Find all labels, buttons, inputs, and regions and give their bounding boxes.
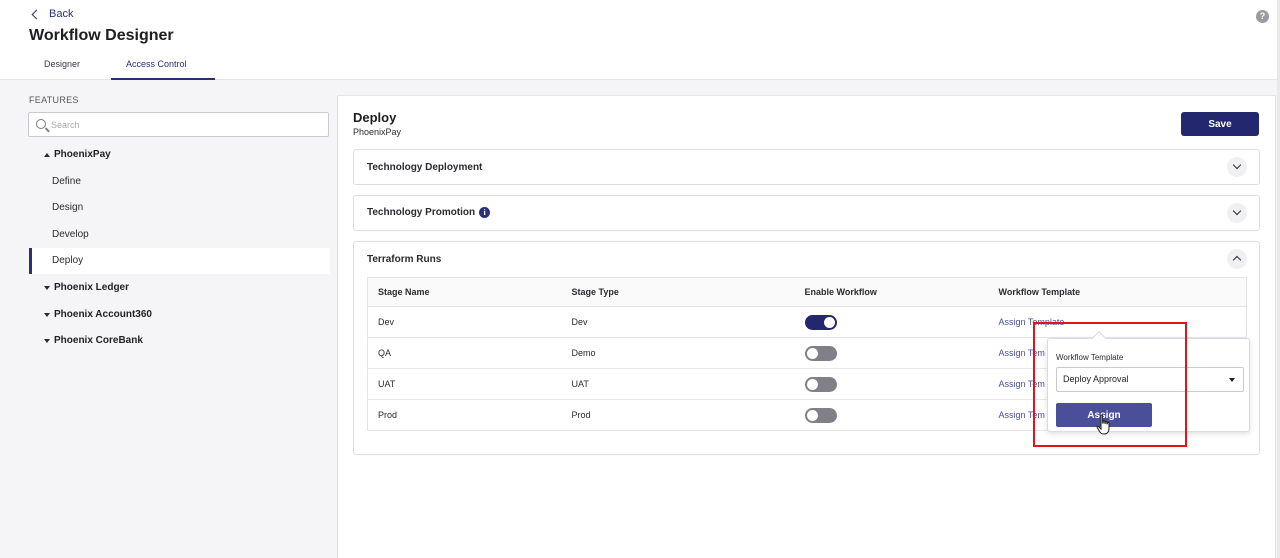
panel-title: Deploy [353,110,397,125]
hand-cursor-icon [1096,414,1110,435]
tree-group-phoenixpay[interactable]: PhoenixPay [44,149,111,160]
enable-workflow-toggle[interactable] [804,407,837,423]
table-row: Dev Dev Assign Template [367,306,1247,338]
top-bar: Back Workflow Designer ? Designer Access… [0,0,1280,80]
expand-icon [44,312,50,317]
toggle-knob [806,347,818,359]
page-title: Workflow Designer [29,27,174,44]
stage-name-cell: Prod [367,399,562,431]
enable-workflow-cell [794,306,989,338]
sidebar-item-deploy[interactable]: Deploy [29,248,330,274]
tab-access-control[interactable]: Access Control [111,50,215,80]
workflow-template-popover: Workflow Template Deploy Approval Assign [1047,330,1250,432]
features-label: FEATURES [29,95,79,105]
help-icon[interactable]: ? [1256,10,1269,23]
back-label: Back [49,8,74,20]
tree-group-phoenix-corebank[interactable]: Phoenix CoreBank [44,335,143,346]
chevron-left-icon [31,9,42,20]
enable-workflow-cell [794,368,989,400]
table-header-row: Stage Name Stage Type Enable Workflow Wo… [367,277,1247,307]
column-header: Stage Type [561,277,795,307]
sidebar-item-design[interactable]: Design [29,195,330,221]
selected-value: Deploy Approval [1063,374,1129,384]
column-header: Enable Workflow [794,277,989,307]
collapse-button[interactable] [1227,249,1247,269]
stage-type-cell: UAT [561,368,795,400]
stage-name-cell: Dev [367,306,562,338]
search-input[interactable] [51,117,321,133]
column-header: Workflow Template [988,277,1247,307]
toggle-knob [806,409,818,421]
features-sidebar: FEATURES PhoenixPay Define Design Develo… [0,80,337,558]
expand-button[interactable] [1227,157,1247,177]
panel-subtitle: PhoenixPay [353,127,402,137]
tree-group-label: Phoenix CoreBank [54,335,143,346]
workflow-template-select[interactable]: Deploy Approval [1056,367,1244,392]
collapse-icon [44,152,50,157]
workflow-template-cell: Assign Template [988,306,1247,338]
section-title: Technology Promotion i [367,207,491,218]
back-link[interactable]: Back [31,8,74,20]
save-button[interactable]: Save [1181,112,1259,136]
tab-designer[interactable]: Designer [29,50,111,80]
section-technology-promotion[interactable]: Technology Promotion i [353,195,1260,231]
section-title-text: Technology Promotion [367,207,476,218]
section-title-text: Terraform Runs [367,254,442,265]
tree-group-phoenix-account360[interactable]: Phoenix Account360 [44,309,152,320]
chevron-down-icon [1232,160,1242,170]
tree-group-label: Phoenix Ledger [54,282,130,293]
tree-group-label: Phoenix Account360 [54,309,152,320]
assign-template-link[interactable]: Assign Tem [999,379,1045,389]
enable-workflow-cell [794,337,989,369]
column-header: Stage Name [367,277,562,307]
section-technology-deployment[interactable]: Technology Deployment [353,149,1260,185]
tab-bar: Designer Access Control [29,50,215,80]
enable-workflow-toggle[interactable] [804,345,837,361]
assign-template-link[interactable]: Assign Tem [999,410,1045,420]
search-icon [36,119,46,129]
sidebar-item-develop[interactable]: Develop [29,222,330,248]
chevron-down-icon [1232,206,1242,216]
section-title[interactable]: Terraform Runs [367,254,441,265]
expand-icon [44,285,50,290]
stage-type-cell: Demo [561,337,795,369]
assign-template-link[interactable]: Assign Template [999,317,1065,327]
chevron-up-icon [1232,255,1242,265]
sidebar-item-define[interactable]: Define [29,169,330,195]
main-panel: Deploy PhoenixPay Save Technology Deploy… [337,95,1276,558]
stage-name-cell: UAT [367,368,562,400]
assign-template-link[interactable]: Assign Tem [999,348,1045,358]
stage-name-cell: QA [367,337,562,369]
toggle-knob [823,316,835,328]
enable-workflow-toggle[interactable] [804,314,837,330]
section-title-text: Technology Deployment [367,162,483,173]
search-box[interactable] [28,112,329,137]
section-title: Technology Deployment [367,162,482,173]
expand-button[interactable] [1227,203,1247,223]
enable-workflow-toggle[interactable] [804,376,837,392]
enable-workflow-cell [794,399,989,431]
tree-group-label: PhoenixPay [54,149,111,160]
tree-group-phoenix-ledger[interactable]: Phoenix Ledger [44,282,129,293]
stage-type-cell: Prod [561,399,795,431]
expand-icon [44,338,50,343]
caret-down-icon [1229,378,1235,382]
toggle-knob [806,378,818,390]
info-icon[interactable]: i [479,207,491,218]
stage-type-cell: Dev [561,306,795,338]
workflow-template-label: Workflow Template [1056,353,1124,362]
